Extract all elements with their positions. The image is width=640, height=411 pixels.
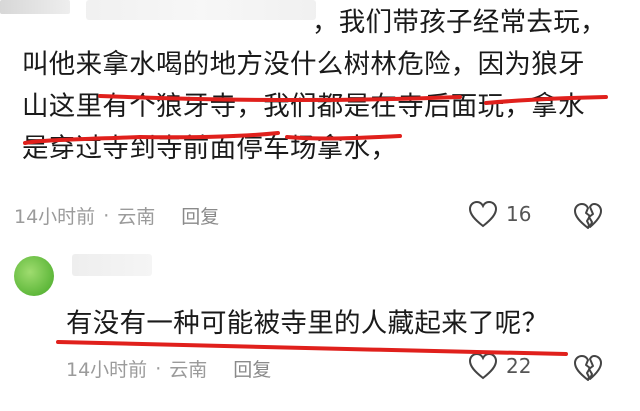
comment-line: 山这里有个狼牙寺，我们都是在寺后面玩，拿水 bbox=[22, 91, 585, 122]
reply-comment-body: 有没有一种可能被寺里的人藏起来了呢？ bbox=[66, 308, 549, 339]
blurred-username bbox=[72, 254, 152, 276]
comment-line: 是穿过寺到寺前面停车场拿水， bbox=[22, 133, 398, 164]
meta-separator: · bbox=[155, 357, 162, 380]
meta-separator: · bbox=[103, 204, 110, 227]
like-count: 16 bbox=[506, 202, 532, 226]
reply-button[interactable]: 回复 bbox=[181, 202, 219, 229]
comment-line: ，我们带孩子经常去玩， bbox=[312, 7, 607, 38]
reply-time: 14小时前 bbox=[66, 359, 148, 381]
reply-meta: 14小时前 · 云南 回复 bbox=[66, 355, 271, 382]
reply-location: 云南 bbox=[169, 359, 208, 381]
comment-meta: 14小时前 · 云南 回复 bbox=[14, 202, 219, 229]
like-count: 22 bbox=[506, 354, 532, 378]
reply-button[interactable]: 回复 bbox=[233, 355, 271, 382]
like-button[interactable]: 22 bbox=[468, 352, 531, 380]
comment-location: 云南 bbox=[117, 206, 156, 228]
comment-time: 14小时前 bbox=[14, 206, 96, 228]
comment-body: ，我们带孩子经常去玩， 叫他来拿水喝的地方没什么树林危险，因为狼牙 山这里有个狼… bbox=[22, 2, 622, 170]
avatar[interactable] bbox=[14, 256, 54, 296]
heart-icon bbox=[468, 200, 498, 228]
broken-heart-icon[interactable] bbox=[573, 354, 603, 382]
broken-heart-icon[interactable] bbox=[573, 202, 603, 230]
like-button[interactable]: 16 bbox=[468, 200, 531, 228]
comment-line: 叫他来拿水喝的地方没什么树林危险，因为狼牙 bbox=[22, 49, 585, 80]
heart-icon bbox=[468, 352, 498, 380]
